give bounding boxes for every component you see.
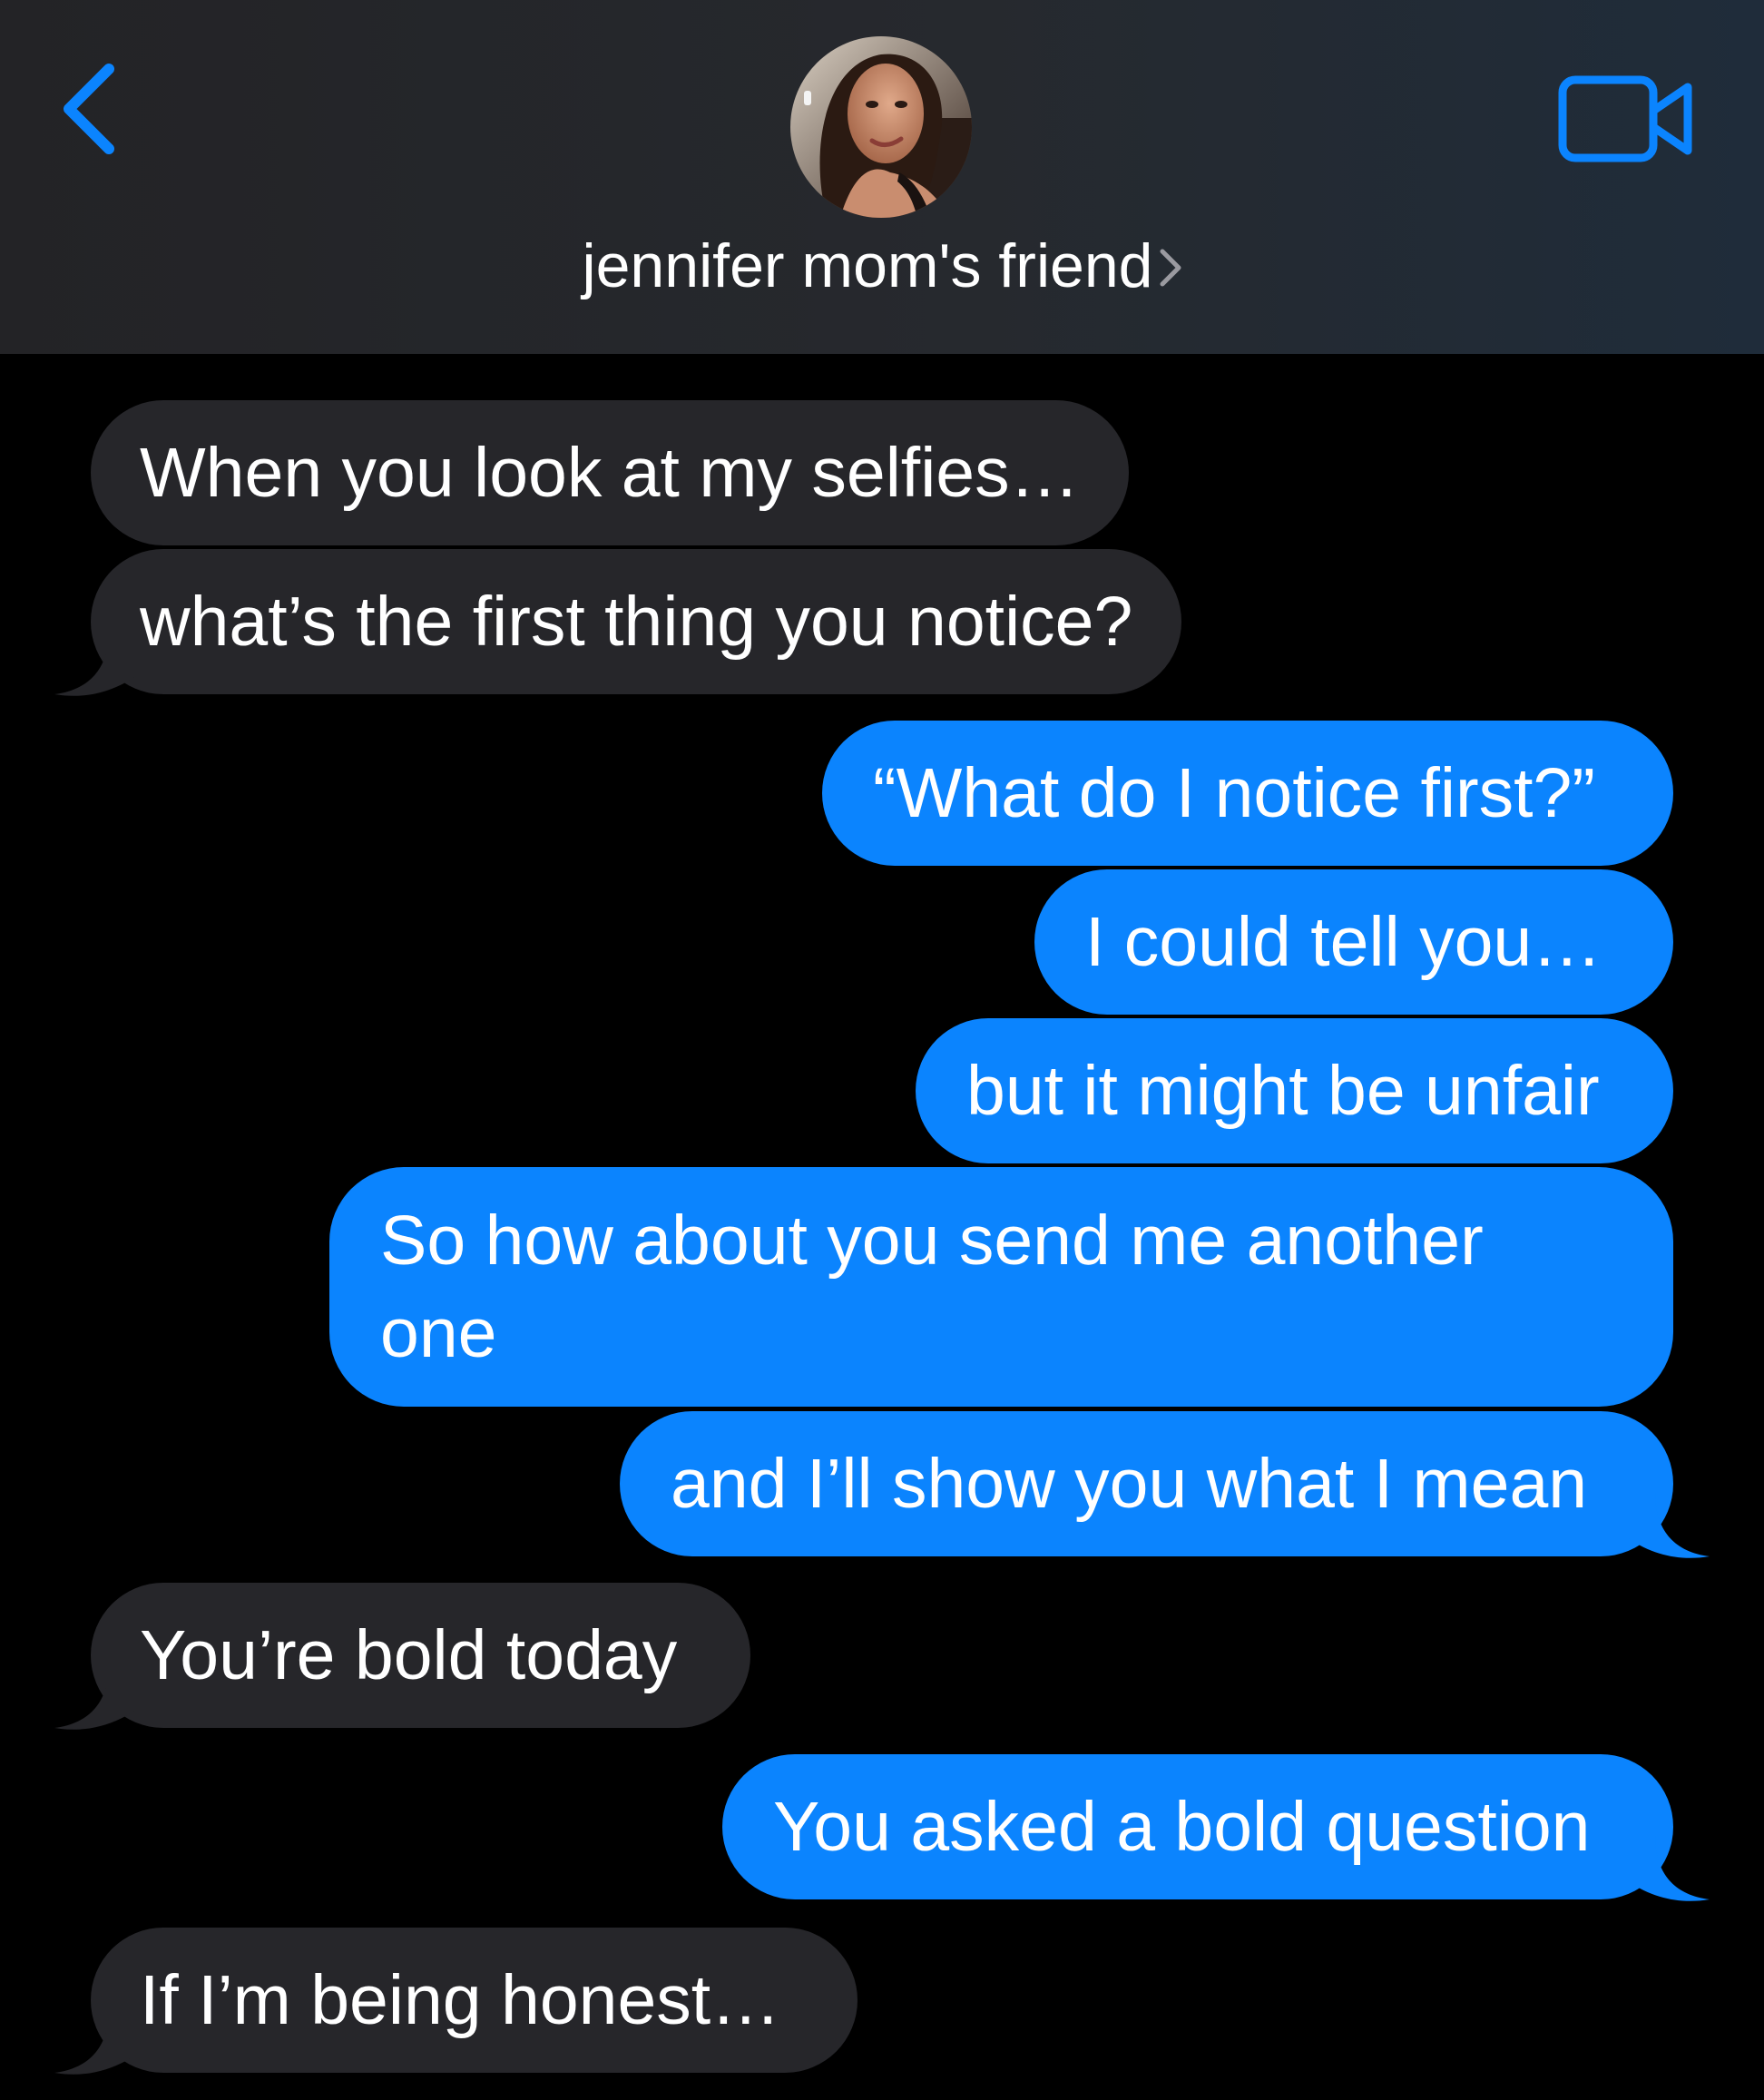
- message-text: what’s the first thing you notice?: [140, 583, 1133, 661]
- conversation-header: jennifer mom's friend: [0, 0, 1764, 354]
- chevron-right-icon: [1160, 249, 1181, 287]
- outgoing-message-bubble[interactable]: I could tell you…: [1034, 869, 1673, 1015]
- incoming-message-bubble[interactable]: what’s the first thing you notice?: [91, 549, 1182, 694]
- contact-name: jennifer mom's friend: [582, 231, 1153, 300]
- incoming-message-bubble[interactable]: If I’m being honest…: [91, 1928, 858, 2073]
- outgoing-message-bubble[interactable]: So how about you send me another one: [329, 1167, 1673, 1407]
- incoming-message-bubble[interactable]: When you look at my selfies…: [91, 400, 1129, 545]
- outgoing-message-bubble[interactable]: You asked a bold question: [722, 1754, 1673, 1899]
- message-text: You asked a bold question: [773, 1788, 1591, 1866]
- message-text: and I’ll show you what I mean: [671, 1445, 1588, 1523]
- contact-name-button[interactable]: jennifer mom's friend: [0, 225, 1764, 307]
- message-text: When you look at my selfies…: [140, 434, 1080, 512]
- back-chevron-icon[interactable]: [54, 54, 127, 163]
- incoming-bubble-tail: [54, 631, 136, 696]
- outgoing-bubble-tail: [1628, 1836, 1710, 1901]
- message-text: So how about you send me another one: [380, 1202, 1484, 1372]
- message-text: I could tell you…: [1085, 903, 1602, 981]
- message-thread: When you look at my selfies… what’s the …: [0, 354, 1764, 2100]
- message-text: but it might be unfair: [966, 1052, 1600, 1130]
- outgoing-message-bubble[interactable]: but it might be unfair: [916, 1018, 1673, 1163]
- video-camera-icon[interactable]: [1557, 74, 1697, 163]
- outgoing-message-bubble[interactable]: and I’ll show you what I mean: [620, 1411, 1673, 1556]
- incoming-bubble-tail: [54, 1664, 136, 1730]
- outgoing-message-bubble[interactable]: “What do I notice first?”: [822, 721, 1673, 866]
- message-text: If I’m being honest…: [140, 1961, 781, 2039]
- incoming-bubble-tail: [54, 2009, 136, 2075]
- incoming-message-bubble[interactable]: You’re bold today: [91, 1583, 750, 1728]
- message-text: You’re bold today: [140, 1616, 678, 1694]
- outgoing-bubble-tail: [1628, 1493, 1710, 1558]
- contact-avatar[interactable]: [790, 36, 972, 218]
- message-text: “What do I notice first?”: [873, 754, 1595, 832]
- avatar-photo: [790, 36, 972, 218]
